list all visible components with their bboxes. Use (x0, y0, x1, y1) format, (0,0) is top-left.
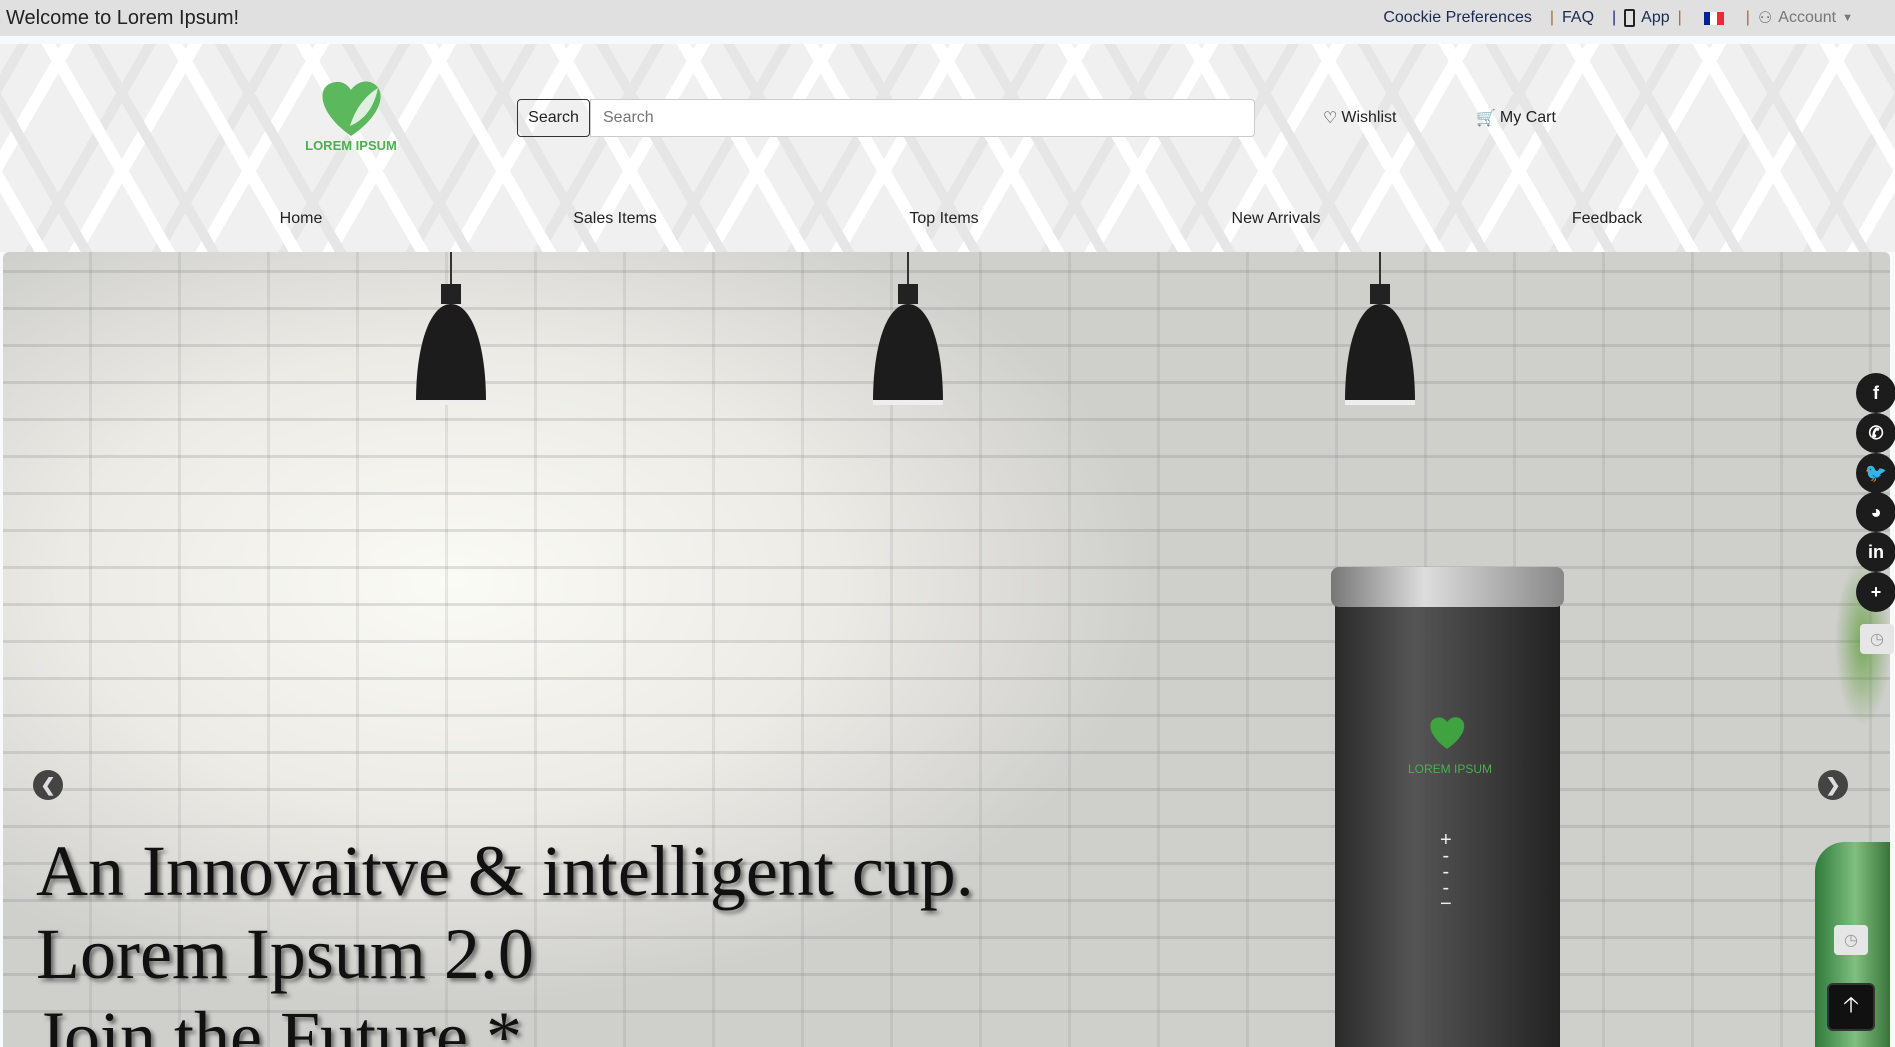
scroll-to-top-button[interactable]: 🡡 (1827, 983, 1875, 1031)
separator: | (1677, 9, 1682, 26)
hero-line: Join the Future * (36, 997, 522, 1047)
phone-icon (1624, 9, 1636, 27)
welcome-text: Welcome to Lorem Ipsum! (6, 7, 240, 29)
nav-top-items[interactable]: Top Items (909, 210, 978, 228)
header: LOREM IPSUM Search ♡Wishlist 🛒My Cart Ho… (0, 44, 1895, 252)
hero-headline: An Innovaitve & intelligent cup. Lorem I… (36, 830, 974, 1047)
cart-link[interactable]: 🛒 My Cart (1476, 108, 1556, 128)
speedometer-icon[interactable]: ◷ (1834, 925, 1868, 955)
plus-icon[interactable]: + (1856, 572, 1895, 612)
separator: | (1549, 9, 1554, 26)
cup-rim (1331, 567, 1564, 607)
faq-link[interactable]: FAQ (1562, 9, 1594, 27)
speedometer-icon[interactable]: ◷ (1860, 624, 1894, 654)
nav-home[interactable]: Home (280, 210, 323, 228)
account-dropdown[interactable]: Account (1778, 9, 1836, 27)
carousel-prev-button[interactable]: ❮ (33, 770, 63, 800)
app-link[interactable]: App (1641, 9, 1669, 27)
cookie-preferences-link[interactable]: Coockie Preferences (1383, 9, 1532, 27)
user-icon: ⚇ (1757, 10, 1773, 27)
heart-icon: ♡ (1323, 110, 1338, 127)
nav-feedback[interactable]: Feedback (1572, 210, 1642, 228)
nav-sales-items[interactable]: Sales Items (573, 210, 657, 228)
linkedin-icon[interactable]: in (1856, 532, 1895, 572)
top-links: Coockie Preferences | FAQ | App | | ⚇ Ac… (1383, 8, 1853, 28)
chevron-right-icon: ❯ (1825, 774, 1841, 795)
carousel-next-button[interactable]: ❯ (1818, 770, 1848, 800)
cup-logo-icon (1430, 717, 1465, 749)
smart-cup-image: LOREM IPSUM + - - - − (1331, 567, 1564, 1047)
pendant-lamp-image (416, 252, 486, 405)
cart-label: My Cart (1499, 109, 1556, 126)
wishlist-label: Wishlist (1341, 109, 1397, 126)
wishlist-link[interactable]: ♡ Wishlist (1323, 108, 1396, 128)
french-flag-icon[interactable] (1703, 11, 1724, 25)
heart-leaf-icon (322, 81, 381, 136)
reddit-icon[interactable]: ◕ (1856, 492, 1895, 532)
caret-down-icon: ▼ (1842, 12, 1853, 24)
top-bar: Welcome to Lorem Ipsum! Coockie Preferen… (0, 0, 1895, 36)
hero-line: An Innovaitve & intelligent cup. (36, 831, 974, 911)
whatsapp-icon[interactable]: ✆ (1856, 413, 1895, 453)
facebook-icon[interactable]: f (1856, 373, 1895, 413)
cup-logo-text: LOREM IPSUM (1407, 762, 1492, 776)
cart-icon: 🛒 (1476, 110, 1496, 127)
pendant-lamp-image (873, 252, 943, 405)
twitter-icon[interactable]: 🐦 (1856, 453, 1895, 493)
arrow-up-icon: 🡡 (1843, 992, 1859, 1017)
search-button[interactable]: Search (517, 99, 590, 137)
logo[interactable]: LOREM IPSUM (296, 76, 406, 156)
hero-line: Lorem Ipsum 2.0 (36, 914, 534, 994)
pendant-lamp-image (1345, 252, 1415, 405)
separator: | (1745, 9, 1750, 26)
nav-new-arrivals[interactable]: New Arrivals (1232, 210, 1321, 228)
separator: | (1612, 9, 1617, 26)
search-input[interactable] (590, 99, 1255, 137)
logo-text: LOREM IPSUM (305, 138, 397, 153)
cup-controls: + - - - − (1440, 829, 1452, 915)
hero-carousel: LOREM IPSUM + - - - − An Innovaitve & intell… (3, 252, 1890, 1047)
chevron-left-icon: ❮ (40, 774, 56, 795)
